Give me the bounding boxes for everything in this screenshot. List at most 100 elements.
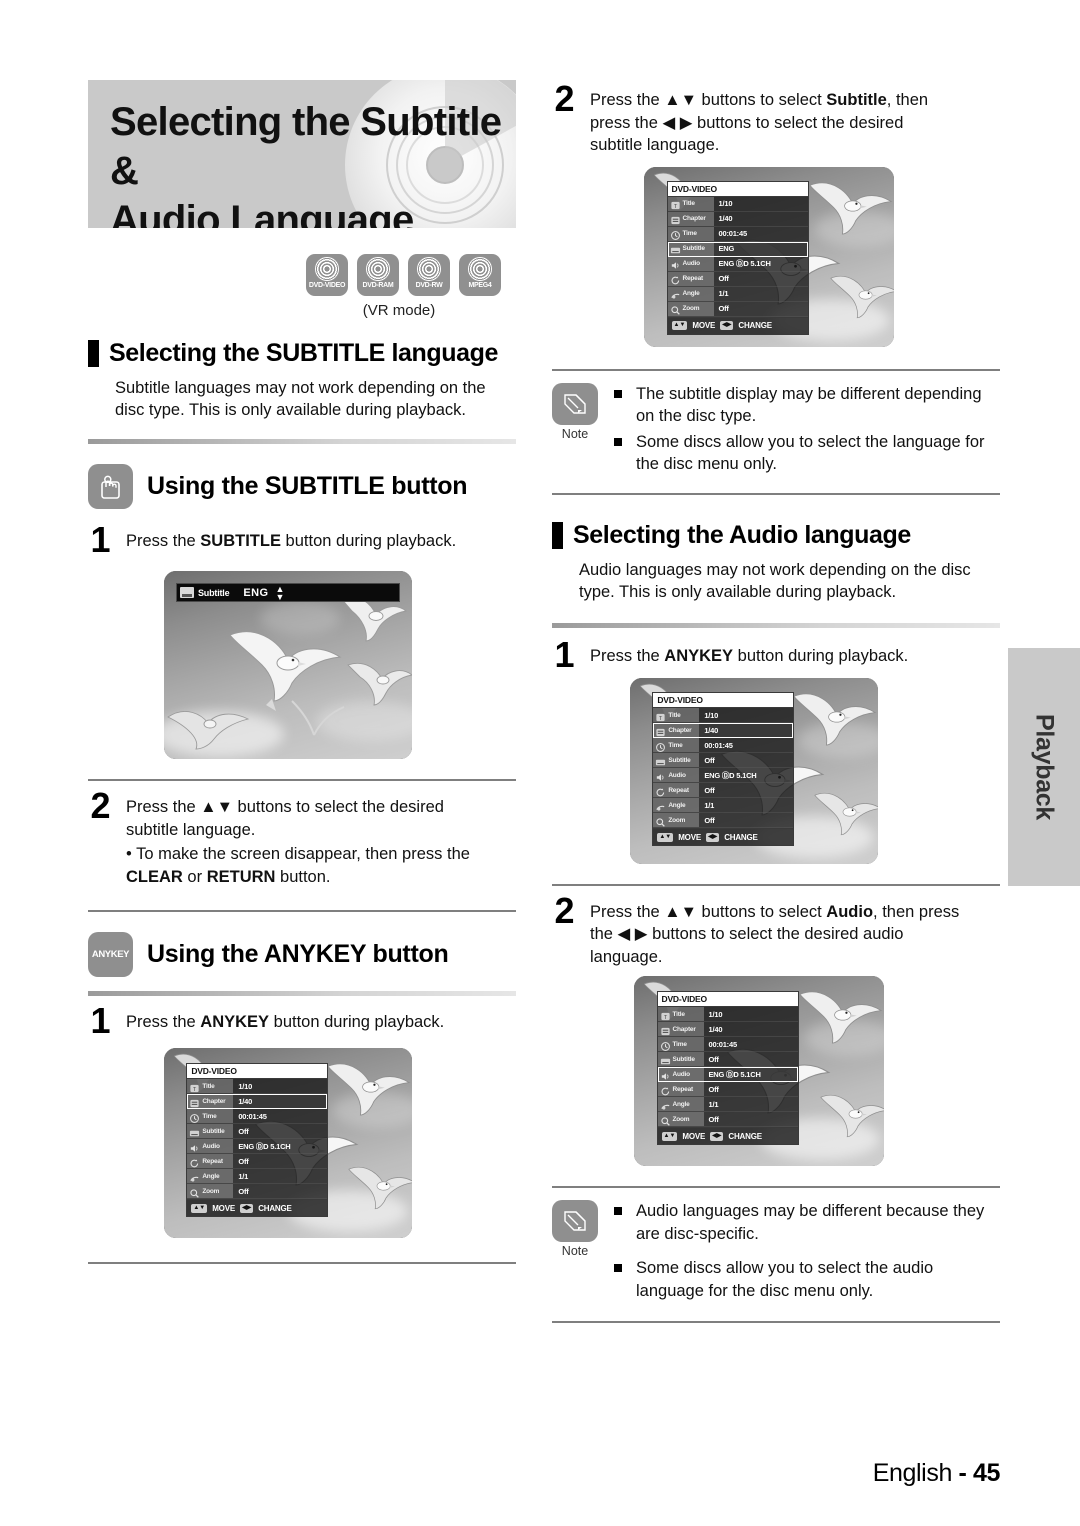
section-body-text: Audio languages may not work depending o… (579, 560, 971, 601)
title-icon: T (670, 198, 681, 210)
footer-separator: - (958, 1459, 967, 1487)
osd-menu-panel[interactable]: DVD-VIDEO T Title 1/10 Chapter 1/40 Time 00:01:… (186, 1063, 328, 1218)
osd-row-value: ENG ⒹD 5.1CH (238, 1141, 291, 1151)
osd-row-time[interactable]: Time 00:01:45 (657, 1037, 798, 1053)
repeat-icon (660, 1084, 671, 1096)
step-text-post: button during playback. (280, 532, 457, 550)
step-2-subtitle-anykey: 2 Press the ▲▼ buttons to select Subtitl… (552, 81, 1000, 157)
osd-row-title[interactable]: T Title 1/10 (667, 196, 808, 212)
osd-row-subtitle[interactable]: Subtitle Off (657, 1052, 798, 1068)
osd-row-value: Off (708, 1084, 719, 1094)
zoom-icon (660, 1114, 671, 1126)
updown-key-icon: ▲▼ (661, 1131, 678, 1141)
osd-row-audio[interactable]: Audio ENG ⒹD 5.1CH (667, 256, 808, 272)
angle-icon (189, 1171, 200, 1182)
osd-menu-panel[interactable]: DVD-VIDEO T Title 1/10 Chapter 1/40 Time 00:01:… (666, 180, 809, 335)
osd-row-angle[interactable]: Angle 1/1 (653, 798, 793, 814)
osd-row-left: Time (653, 738, 700, 753)
step-text: Press the ▲▼ buttons to select Audio, th… (590, 896, 959, 969)
section-body-text: Subtitle languages may not work dependin… (115, 379, 486, 419)
step-text-bold: Audio (826, 902, 874, 921)
step-text-pre: Press the (126, 798, 201, 816)
bullet-bold-return: RETURN (206, 867, 276, 886)
osd-row-angle[interactable]: Angle 1/1 (187, 1169, 327, 1185)
osd-row-chapter[interactable]: Chapter 1/40 (667, 211, 808, 227)
osd-menu-panel[interactable]: DVD-VIDEO T Title 1/10 Chapter 1/40 Time 00:01:… (656, 991, 799, 1146)
side-tab-playback: Playback (1008, 648, 1080, 886)
osd-row-audio[interactable]: Audio ENG ⒹD 5.1CH (653, 768, 793, 784)
osd-row-subtitle[interactable]: Subtitle Off (653, 753, 793, 769)
divider (552, 622, 1000, 628)
osd-row-title[interactable]: T Title 1/10 (657, 1007, 798, 1023)
osd-row-subtitle[interactable]: Subtitle Off (187, 1124, 327, 1140)
osd-row-value: 1/10 (718, 199, 733, 209)
section-heading: Selecting the Audio language (573, 520, 911, 549)
page-footer: English - 45 (0, 1459, 1080, 1488)
time-icon (670, 228, 681, 241)
screenshot-subtitle-selected-osd: DVD-VIDEO T Title 1/10 Chapter 1/40 Time 00:01:… (644, 166, 894, 347)
osd-row-repeat[interactable]: Repeat Off (667, 271, 808, 287)
osd-row-left: Zoom (667, 301, 714, 316)
osd-row-audio[interactable]: Audio ENG ⒹD 5.1CH (657, 1067, 798, 1083)
bullet-square-icon (614, 437, 622, 446)
osd-row-time[interactable]: Time 00:01:45 (667, 226, 808, 242)
osd-row-label: Subtitle (682, 245, 705, 253)
osd-row-zoom[interactable]: Zoom Off (653, 813, 793, 829)
osd-row-audio[interactable]: Audio ENG ⒹD 5.1CH (187, 1139, 327, 1155)
osd-row-zoom[interactable]: Zoom Off (657, 1112, 798, 1128)
osd-row-value: 1/1 (718, 289, 729, 299)
seagull (344, 1156, 412, 1216)
note-item-text: Some discs allow you to select the audio… (636, 1259, 934, 1300)
osd-row-chapter[interactable]: Chapter 1/40 (187, 1094, 327, 1110)
osd-move-label: MOVE (682, 1131, 706, 1141)
subtitle-osd-value: ENG (243, 586, 269, 599)
anykey-button-icon: ANYKEY (88, 932, 133, 977)
divider (552, 492, 1000, 495)
osd-row-label: Time (202, 1112, 217, 1120)
osd-row-chapter[interactable]: Chapter 1/40 (657, 1022, 798, 1038)
osd-row-subtitle[interactable]: Subtitle ENG (667, 241, 808, 257)
chapter-icon (655, 725, 666, 737)
osd-row-angle[interactable]: Angle 1/1 (657, 1097, 798, 1113)
repeat-icon (670, 273, 681, 285)
page-title-line2: Audio Language (110, 198, 414, 228)
osd-row-left: T Title (653, 708, 700, 723)
section-marker-bar (552, 521, 563, 549)
footer-page: 45 (972, 1459, 1000, 1487)
step-text-pre: Press the (126, 532, 201, 550)
note-audio: Note Audio languages may be different be… (552, 1200, 1000, 1305)
step-text-post: button during playback. (733, 646, 909, 665)
divider (88, 439, 516, 444)
subtitle-osd-bar: Subtitle ENG ▲ ▼ (176, 583, 400, 602)
audio-icon (660, 1069, 671, 1080)
subsection-heading: Using the ANYKEY button (147, 940, 449, 968)
osd-row-left: Time (187, 1109, 234, 1124)
repeat-icon (655, 785, 666, 797)
osd-row-angle[interactable]: Angle 1/1 (667, 286, 808, 302)
step-1-subtitle: 1 Press the SUBTITLE button during playb… (88, 519, 528, 560)
note-caption: Note (561, 426, 589, 441)
step-text-bold: ANYKEY (664, 646, 734, 665)
osd-row-left: Subtitle (187, 1124, 234, 1139)
osd-row-title[interactable]: T Title 1/10 (653, 708, 793, 724)
osd-row-zoom[interactable]: Zoom Off (187, 1184, 327, 1200)
vr-mode-note: (VR mode) (362, 302, 436, 319)
osd-row-repeat[interactable]: Repeat Off (657, 1082, 798, 1098)
divider (88, 779, 516, 781)
step-number: 1 (90, 519, 110, 560)
osd-row-chapter[interactable]: Chapter 1/40 (653, 723, 793, 739)
osd-menu-panel[interactable]: DVD-VIDEO T Title 1/10 Chapter 1/40 Time 00:01:… (652, 692, 794, 847)
time-icon (189, 1111, 200, 1123)
osd-row-title[interactable]: T Title 1/10 (187, 1079, 327, 1095)
step-text-line2-pre: press the (590, 113, 663, 132)
osd-row-time[interactable]: Time 00:01:45 (187, 1109, 327, 1125)
osd-row-repeat[interactable]: Repeat Off (187, 1154, 327, 1170)
osd-row-zoom[interactable]: Zoom Off (667, 301, 808, 317)
note-item: Audio languages may be different because… (614, 1200, 1000, 1245)
screenshot-subtitle-osd: Subtitle ENG ▲ ▼ (164, 571, 412, 759)
osd-row-label: Title (668, 711, 681, 719)
page-title-banner: Selecting the Subtitle & Audio Language (88, 80, 516, 228)
osd-row-time[interactable]: Time 00:01:45 (653, 738, 793, 754)
disc-icon-dvd-rw: DVD-RW (408, 254, 450, 296)
osd-row-repeat[interactable]: Repeat Off (653, 783, 793, 799)
